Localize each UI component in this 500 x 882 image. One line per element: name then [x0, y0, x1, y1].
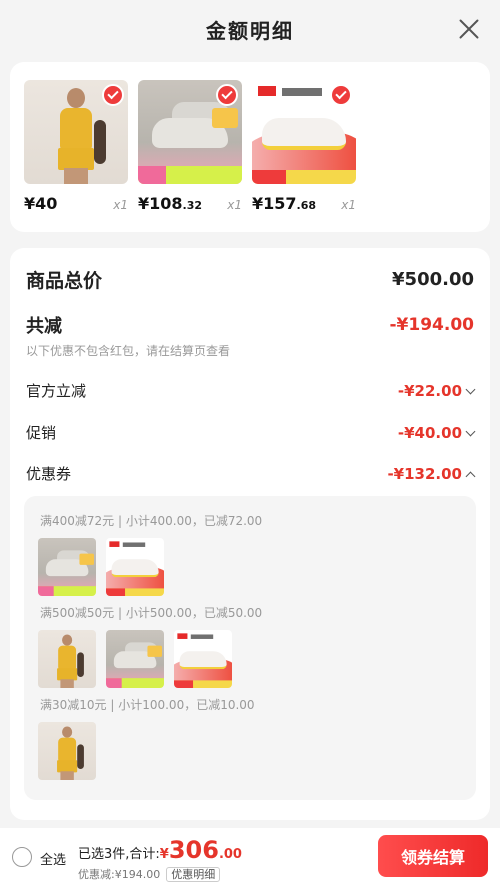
amount-detail-card: 商品总价 ¥500.00 共减 -¥194.00 以下优惠不包含红包，请在结算页… [10, 248, 490, 820]
promotion-label: 促销 [26, 424, 57, 442]
coupon-product-thumb [38, 722, 96, 780]
checkout-bar: 全选 已选3件,合计:¥306.00 优惠减:¥194.00 优惠明细 领券结算 [0, 828, 500, 882]
product-qty: x1 [341, 198, 356, 212]
product-item[interactable]: ¥157.68 x1 [252, 80, 356, 213]
official-discount-label: 官方立减 [26, 382, 87, 400]
page-title: 金额明细 [206, 18, 294, 43]
coupon-group-title: 满500减50元 | 小计500.00，已减50.00 [40, 606, 263, 620]
goods-total-label: 商品总价 [26, 270, 103, 292]
coupon-product-thumb [38, 630, 96, 688]
coupon-label: 优惠券 [26, 465, 72, 483]
coupon-breakdown: 满400减72元 | 小计400.00，已减72.00 满500减50元 | 小… [24, 496, 476, 800]
product-strip: ¥40 x1 ¥108.32 x1 ¥157.68 x1 [10, 62, 490, 232]
reduce-note: 以下优惠不包含红包，请在结算页查看 [26, 344, 231, 358]
goods-total-row: 商品总价 ¥500.00 [26, 266, 474, 293]
coupon-product-thumb [106, 538, 164, 596]
reduce-total-row: 共减 -¥194.00 [26, 312, 474, 338]
coupon-value: -¥132.00 [387, 465, 462, 483]
order-summary: 已选3件,合计:¥306.00 [78, 836, 242, 864]
chevron-down-icon[interactable] [465, 426, 476, 437]
currency-symbol: ¥ [159, 847, 169, 862]
chevron-up-icon[interactable] [465, 471, 476, 482]
product-image[interactable] [252, 80, 356, 184]
total-cents: .00 [218, 847, 242, 862]
reduce-total-value: -¥194.00 [389, 315, 475, 335]
saved-amount: 优惠减:¥194.00 [78, 868, 161, 881]
product-item[interactable]: ¥108.32 x1 [138, 80, 242, 213]
coupon-product-thumb [38, 538, 96, 596]
checked-icon[interactable] [330, 84, 352, 106]
chevron-down-icon[interactable] [465, 384, 476, 395]
product-item[interactable]: ¥40 x1 [24, 80, 128, 213]
official-discount-value: -¥22.00 [397, 382, 462, 400]
product-price: ¥157.68 [252, 194, 317, 213]
total-amount: 306 [168, 836, 219, 864]
coupon-row[interactable]: 优惠券 -¥132.00 [26, 463, 476, 484]
reduce-total-label: 共减 [26, 316, 62, 337]
coupon-group-title: 满30减10元 | 小计100.00，已减10.00 [40, 698, 255, 712]
promotion-value: -¥40.00 [397, 424, 462, 442]
official-discount-row[interactable]: 官方立减 -¥22.00 [26, 380, 476, 401]
coupon-product-thumb [106, 630, 164, 688]
coupon-group-title: 满400减72元 | 小计400.00，已减72.00 [40, 514, 263, 528]
product-qty: x1 [227, 198, 242, 212]
close-icon[interactable] [456, 16, 482, 42]
promotion-row[interactable]: 促销 -¥40.00 [26, 422, 476, 443]
checkout-button[interactable]: 领券结算 [378, 835, 488, 877]
discount-detail-link[interactable]: 优惠明细 [166, 867, 221, 882]
product-qty: x1 [113, 198, 128, 212]
header: 金额明细 [0, 0, 500, 58]
product-price: ¥40 [24, 194, 58, 213]
checked-icon[interactable] [216, 84, 238, 106]
saved-info: 优惠减:¥194.00 优惠明细 [78, 866, 221, 882]
select-all-label[interactable]: 全选 [40, 849, 66, 868]
product-image[interactable] [138, 80, 242, 184]
product-price: ¥108.32 [138, 194, 203, 213]
reduce-note-row: 以下优惠不包含红包，请在结算页查看 [26, 342, 474, 359]
summary-prefix: 已选3件,合计: [78, 847, 160, 862]
product-image[interactable] [24, 80, 128, 184]
checked-icon[interactable] [102, 84, 124, 106]
goods-total-value: ¥500.00 [392, 269, 474, 290]
coupon-product-thumb [174, 630, 232, 688]
select-all-radio[interactable] [12, 847, 32, 867]
